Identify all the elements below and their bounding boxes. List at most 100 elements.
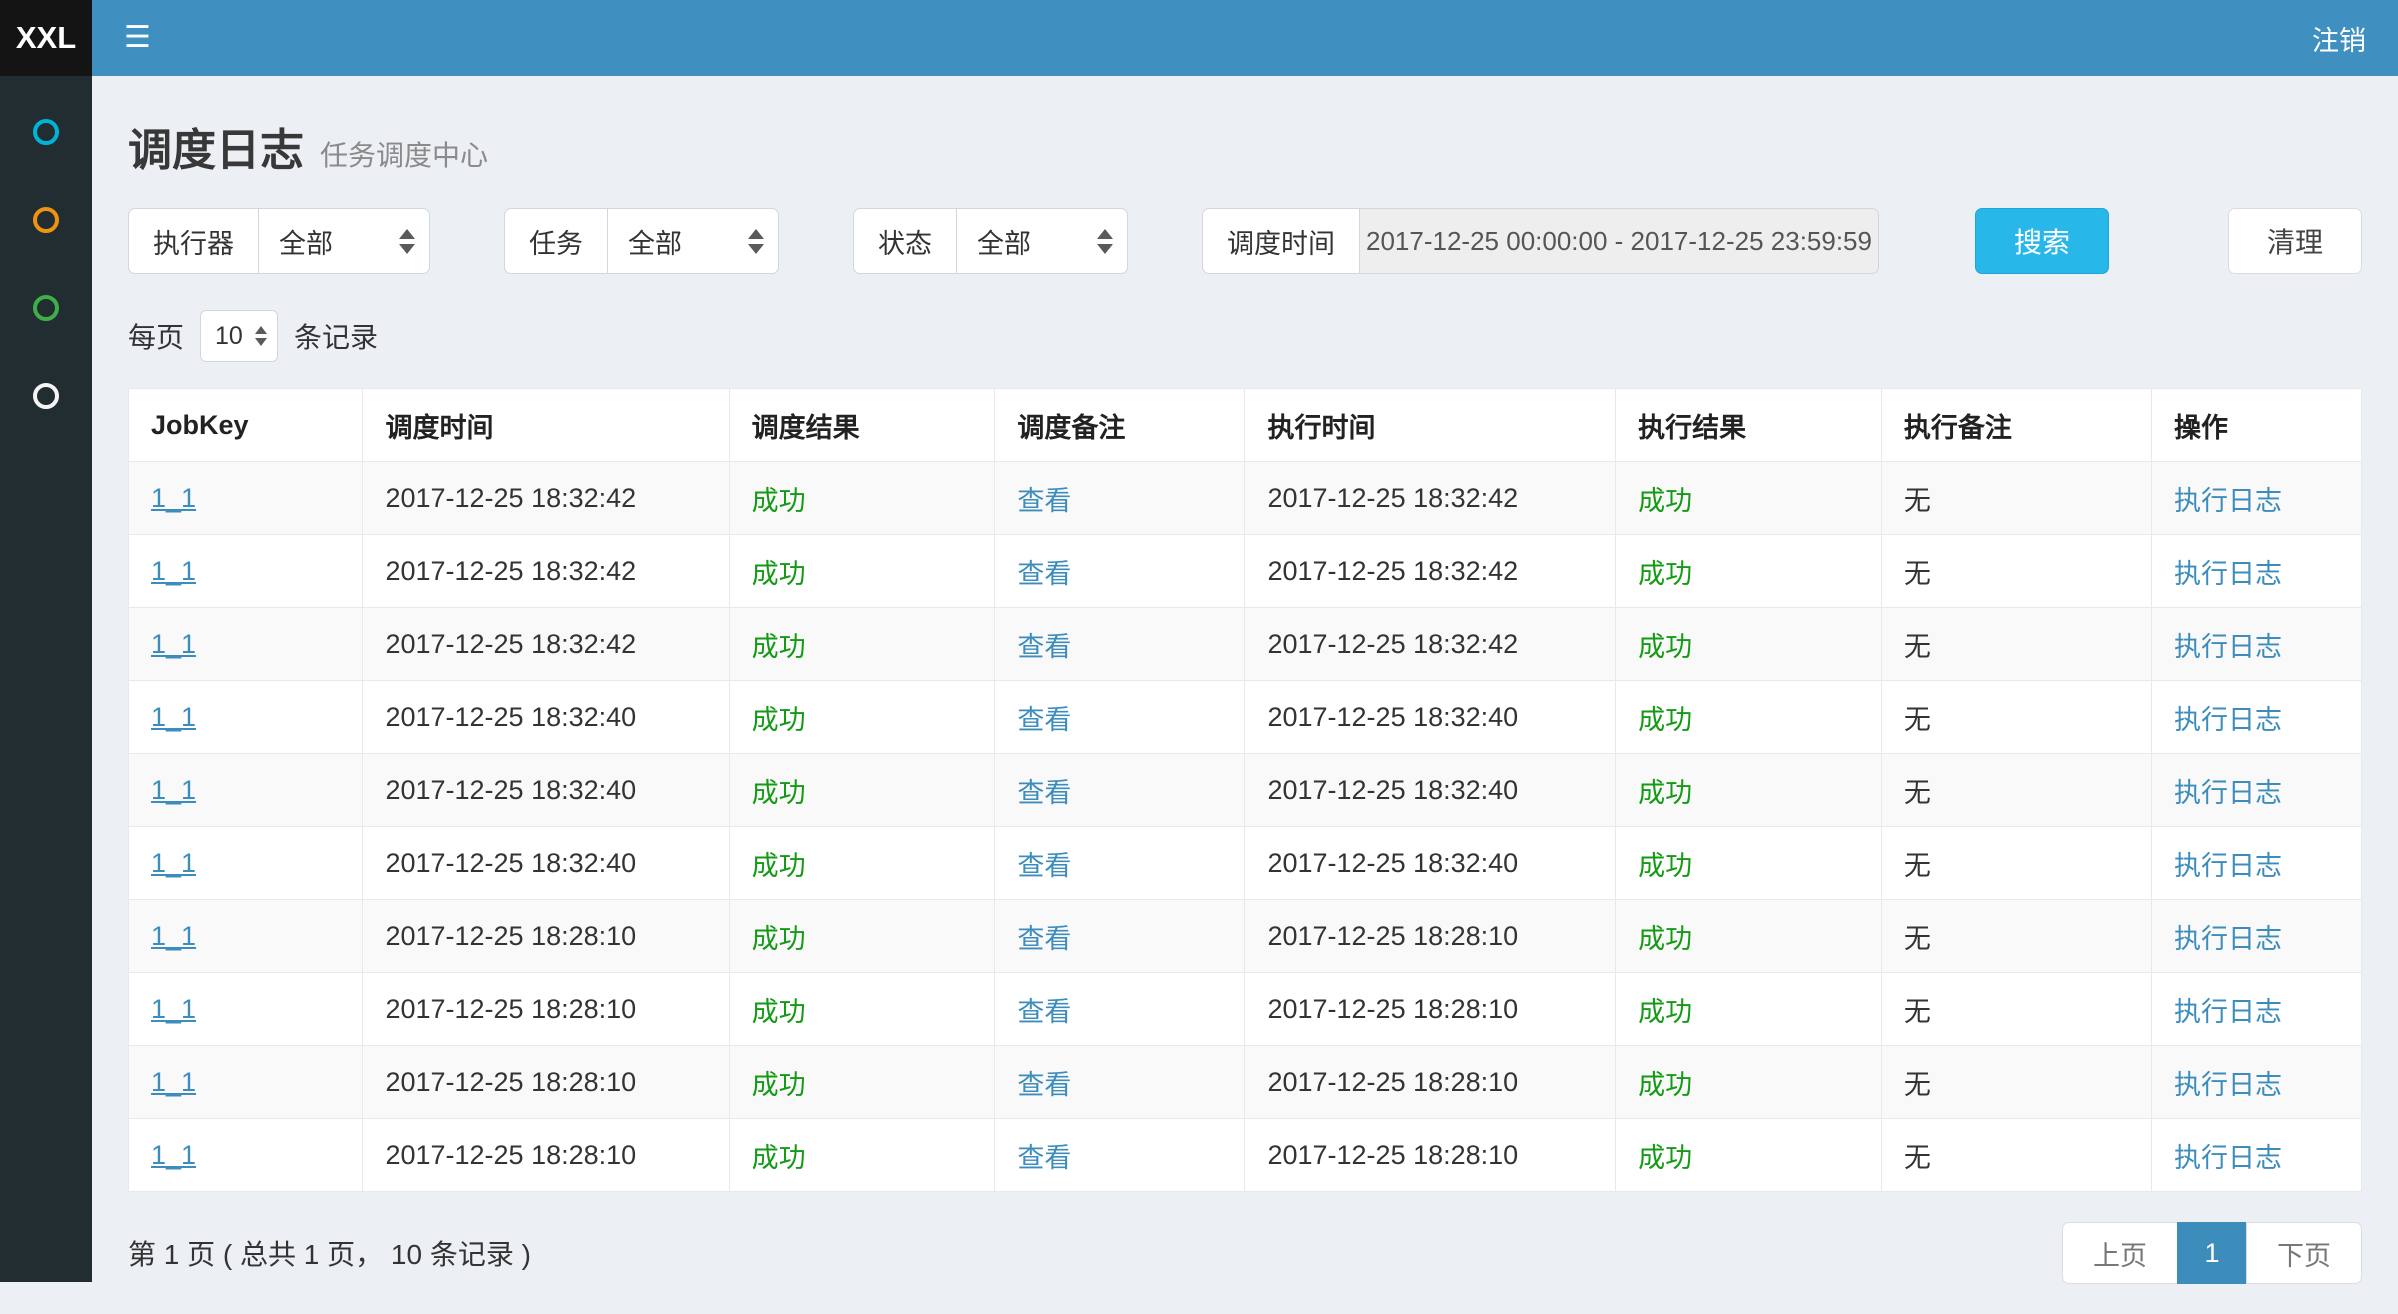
trigger-result-badge: 成功 bbox=[752, 778, 806, 808]
circle-icon bbox=[33, 119, 59, 145]
logout-link[interactable]: 注销 bbox=[2312, 19, 2366, 58]
status-label: 状态 bbox=[853, 208, 956, 274]
sidebar-item-1[interactable] bbox=[0, 88, 92, 176]
clear-button[interactable]: 清理 bbox=[2228, 208, 2362, 274]
sidebar-item-3[interactable] bbox=[0, 264, 92, 352]
sidebar bbox=[0, 76, 92, 1282]
sidebar-item-2[interactable] bbox=[0, 176, 92, 264]
trigger-time-label: 调度时间 bbox=[1202, 208, 1359, 274]
trigger-result-badge: 成功 bbox=[752, 924, 806, 954]
header-handle-time: 执行时间 bbox=[1245, 389, 1616, 462]
trigger-result-badge: 成功 bbox=[752, 851, 806, 881]
status-select-value: 全部 bbox=[977, 222, 1031, 261]
jobkey-link[interactable]: 1_1 bbox=[151, 1067, 196, 1097]
handle-time-cell: 2017-12-25 18:28:10 bbox=[1245, 1046, 1616, 1119]
select-stepper-icon bbox=[1097, 229, 1113, 254]
exec-log-link[interactable]: 执行日志 bbox=[2174, 705, 2282, 735]
exec-log-link[interactable]: 执行日志 bbox=[2174, 851, 2282, 881]
status-select[interactable]: 全部 bbox=[956, 208, 1128, 274]
trigger-remark-link[interactable]: 查看 bbox=[1017, 778, 1071, 808]
handle-remark-cell: 无 bbox=[1881, 535, 2151, 608]
exec-log-link[interactable]: 执行日志 bbox=[2174, 1143, 2282, 1173]
current-page-button[interactable]: 1 bbox=[2177, 1222, 2247, 1284]
handle-remark-cell: 无 bbox=[1881, 681, 2151, 754]
trigger-result-badge: 成功 bbox=[752, 1143, 806, 1173]
exec-log-link[interactable]: 执行日志 bbox=[2174, 778, 2282, 808]
table-row: 1_1 2017-12-25 18:32:40 成功 查看 2017-12-25… bbox=[129, 827, 2362, 900]
next-page-button[interactable]: 下页 bbox=[2246, 1222, 2362, 1284]
exec-log-link[interactable]: 执行日志 bbox=[2174, 924, 2282, 954]
handle-result-badge: 成功 bbox=[1638, 1070, 1692, 1100]
handle-remark-cell: 无 bbox=[1881, 462, 2151, 535]
select-stepper-icon bbox=[399, 229, 415, 254]
handle-result-badge: 成功 bbox=[1638, 1143, 1692, 1173]
jobkey-link[interactable]: 1_1 bbox=[151, 483, 196, 513]
trigger-remark-link[interactable]: 查看 bbox=[1017, 632, 1071, 662]
jobkey-link[interactable]: 1_1 bbox=[151, 775, 196, 805]
header-trigger-result: 调度结果 bbox=[729, 389, 995, 462]
trigger-remark-link[interactable]: 查看 bbox=[1017, 1143, 1071, 1173]
exec-log-link[interactable]: 执行日志 bbox=[2174, 997, 2282, 1027]
exec-log-link[interactable]: 执行日志 bbox=[2174, 1070, 2282, 1100]
header-handle-result: 执行结果 bbox=[1616, 389, 1882, 462]
exec-log-link[interactable]: 执行日志 bbox=[2174, 632, 2282, 662]
jobkey-link[interactable]: 1_1 bbox=[151, 921, 196, 951]
page-size-prefix: 每页 bbox=[128, 316, 184, 356]
trigger-time-cell: 2017-12-25 18:32:42 bbox=[363, 535, 729, 608]
handle-time-cell: 2017-12-25 18:32:40 bbox=[1245, 681, 1616, 754]
prev-page-button[interactable]: 上页 bbox=[2062, 1222, 2178, 1284]
executor-filter: 执行器 全部 bbox=[128, 208, 430, 274]
table-row: 1_1 2017-12-25 18:32:40 成功 查看 2017-12-25… bbox=[129, 754, 2362, 827]
trigger-time-cell: 2017-12-25 18:32:42 bbox=[363, 608, 729, 681]
trigger-time-input[interactable] bbox=[1359, 208, 1879, 274]
table-header-row: JobKey 调度时间 调度结果 调度备注 执行时间 执行结果 执行备注 操作 bbox=[129, 389, 2362, 462]
trigger-remark-link[interactable]: 查看 bbox=[1017, 486, 1071, 516]
trigger-remark-link[interactable]: 查看 bbox=[1017, 924, 1071, 954]
handle-time-cell: 2017-12-25 18:32:42 bbox=[1245, 608, 1616, 681]
handle-remark-cell: 无 bbox=[1881, 900, 2151, 973]
jobkey-link[interactable]: 1_1 bbox=[151, 556, 196, 586]
jobkey-link[interactable]: 1_1 bbox=[151, 1140, 196, 1170]
executor-select[interactable]: 全部 bbox=[258, 208, 430, 274]
handle-remark-cell: 无 bbox=[1881, 1046, 2151, 1119]
handle-remark-cell: 无 bbox=[1881, 754, 2151, 827]
trigger-time-cell: 2017-12-25 18:28:10 bbox=[363, 1119, 729, 1192]
table-row: 1_1 2017-12-25 18:32:40 成功 查看 2017-12-25… bbox=[129, 681, 2362, 754]
page-size-select[interactable]: 10 bbox=[200, 310, 278, 362]
header-trigger-remark: 调度备注 bbox=[995, 389, 1245, 462]
handle-remark-cell: 无 bbox=[1881, 1119, 2151, 1192]
job-select[interactable]: 全部 bbox=[607, 208, 779, 274]
trigger-remark-link[interactable]: 查看 bbox=[1017, 997, 1071, 1027]
trigger-remark-link[interactable]: 查看 bbox=[1017, 705, 1071, 735]
trigger-remark-link[interactable]: 查看 bbox=[1017, 559, 1071, 589]
circle-icon bbox=[33, 295, 59, 321]
trigger-remark-link[interactable]: 查看 bbox=[1017, 1070, 1071, 1100]
circle-icon bbox=[33, 207, 59, 233]
table-row: 1_1 2017-12-25 18:28:10 成功 查看 2017-12-25… bbox=[129, 900, 2362, 973]
table-row: 1_1 2017-12-25 18:28:10 成功 查看 2017-12-25… bbox=[129, 973, 2362, 1046]
hamburger-icon[interactable]: ☰ bbox=[124, 23, 151, 53]
trigger-remark-link[interactable]: 查看 bbox=[1017, 851, 1071, 881]
jobkey-link[interactable]: 1_1 bbox=[151, 994, 196, 1024]
job-select-value: 全部 bbox=[628, 222, 682, 261]
handle-remark-cell: 无 bbox=[1881, 608, 2151, 681]
sidebar-item-4[interactable] bbox=[0, 352, 92, 440]
page-size-row: 每页 10 条记录 bbox=[92, 274, 2398, 388]
page-subtitle: 任务调度中心 bbox=[320, 134, 488, 174]
jobkey-link[interactable]: 1_1 bbox=[151, 629, 196, 659]
pagination: 上页 1 下页 bbox=[2062, 1222, 2362, 1284]
trigger-result-badge: 成功 bbox=[752, 632, 806, 662]
executor-label: 执行器 bbox=[128, 208, 258, 274]
handle-result-badge: 成功 bbox=[1638, 924, 1692, 954]
table-row: 1_1 2017-12-25 18:28:10 成功 查看 2017-12-25… bbox=[129, 1046, 2362, 1119]
trigger-result-badge: 成功 bbox=[752, 559, 806, 589]
job-filter: 任务 全部 bbox=[504, 208, 779, 274]
jobkey-link[interactable]: 1_1 bbox=[151, 702, 196, 732]
page-size-suffix: 条记录 bbox=[294, 316, 378, 356]
exec-log-link[interactable]: 执行日志 bbox=[2174, 559, 2282, 589]
app-logo[interactable]: XXL bbox=[0, 0, 92, 76]
jobkey-link[interactable]: 1_1 bbox=[151, 848, 196, 878]
exec-log-link[interactable]: 执行日志 bbox=[2174, 486, 2282, 516]
search-button[interactable]: 搜索 bbox=[1975, 208, 2109, 274]
header-action: 操作 bbox=[2152, 389, 2362, 462]
